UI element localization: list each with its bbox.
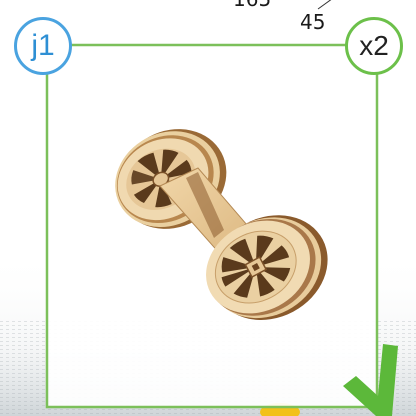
- checkmark-icon: [343, 344, 398, 416]
- instruction-step: 165 45 j1 x2: [0, 0, 416, 416]
